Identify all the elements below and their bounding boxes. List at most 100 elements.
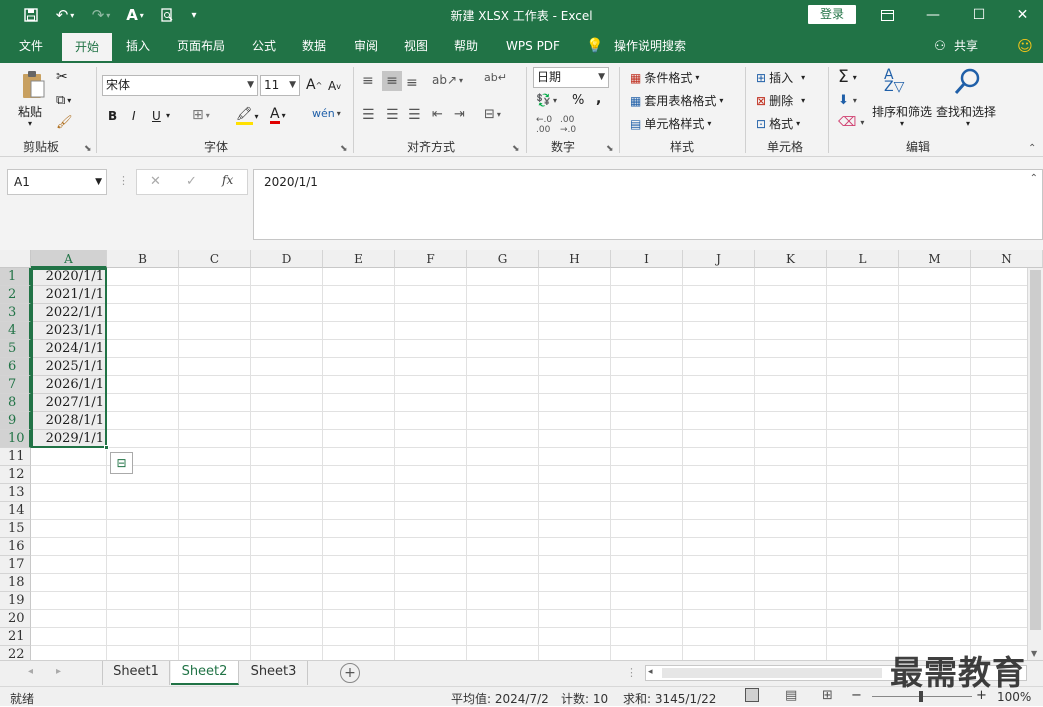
row-header-7[interactable]: 7 (0, 376, 31, 394)
autosum-icon[interactable]: Σ ▾ (838, 67, 857, 87)
cut-icon[interactable]: ✂ (56, 69, 68, 85)
splitter-icon[interactable]: ⋮ (626, 666, 637, 679)
confirm-entry-icon[interactable]: ✓ (186, 174, 197, 189)
prev-sheet-icon[interactable]: ◂ (28, 666, 33, 677)
format-as-table-button[interactable]: ▦ 套用表格格式 ▾ (630, 92, 723, 109)
row-header-13[interactable]: 13 (0, 484, 31, 502)
tab-formulas[interactable]: 公式 (242, 30, 286, 63)
alignment-launcher-icon[interactable]: ⬊ (512, 144, 520, 154)
tell-me-search[interactable]: 操作说明搜索 (610, 30, 690, 63)
row-header-20[interactable]: 20 (0, 610, 31, 628)
normal-view-icon[interactable] (745, 688, 759, 702)
tab-data[interactable]: 数据 (292, 30, 336, 63)
column-header-f[interactable]: F (395, 250, 467, 268)
format-painter-icon[interactable]: 🖌 (56, 115, 73, 130)
row-header-15[interactable]: 15 (0, 520, 31, 538)
row-header-3[interactable]: 3 (0, 304, 31, 322)
column-header-h[interactable]: H (539, 250, 611, 268)
row-header-12[interactable]: 12 (0, 466, 31, 484)
column-header-e[interactable]: E (323, 250, 395, 268)
fill-color-icon[interactable]: 🖍 ▾ (236, 107, 259, 125)
tab-review[interactable]: 审阅 (344, 30, 388, 63)
increase-indent-icon[interactable]: ⇥ (454, 107, 465, 122)
tab-home[interactable]: 开始 (62, 33, 112, 63)
tab-view[interactable]: 视图 (394, 30, 438, 63)
row-header-8[interactable]: 8 (0, 394, 31, 412)
phonetic-icon[interactable]: wén ▾ (312, 107, 341, 120)
number-format-combo[interactable]: 日期 ▼ (533, 67, 609, 88)
row-header-14[interactable]: 14 (0, 502, 31, 520)
ribbon-display-icon[interactable] (864, 0, 910, 30)
delete-cells-button[interactable]: ⊠ 删除 ▾ (756, 92, 805, 109)
percent-button[interactable]: % (572, 93, 584, 108)
column-header-i[interactable]: I (611, 250, 683, 268)
vertical-scroll-thumb[interactable] (1030, 270, 1041, 630)
find-select-button[interactable]: 查找和选择 (936, 103, 996, 120)
find-select-icon[interactable] (952, 67, 982, 97)
align-left-icon[interactable]: ☰ (362, 107, 375, 123)
column-header-c[interactable]: C (179, 250, 251, 268)
insert-function-button[interactable]: fx (222, 173, 233, 187)
tab-file[interactable]: 文件 (8, 30, 54, 63)
align-middle-icon[interactable]: ≡ (382, 71, 402, 91)
sheet-tab-3[interactable]: Sheet3 (240, 661, 308, 685)
font-size-combo[interactable]: 11 ▼ (260, 75, 300, 96)
comma-button[interactable]: , (596, 91, 601, 107)
smiley-icon[interactable]: ☺ (1014, 30, 1036, 63)
page-layout-view-icon[interactable]: ▤ (785, 688, 797, 703)
decrease-indent-icon[interactable]: ⇤ (432, 107, 443, 122)
tab-help[interactable]: 帮助 (444, 30, 488, 63)
row-header-4[interactable]: 4 (0, 322, 31, 340)
formula-input[interactable]: 2020/1/1 ⌃ (253, 169, 1043, 240)
decrease-decimal-icon[interactable]: .00 →.0 (560, 115, 576, 135)
align-right-icon[interactable]: ☰ (408, 107, 421, 123)
paste-button[interactable]: 粘贴 (18, 103, 42, 120)
row-header-17[interactable]: 17 (0, 556, 31, 574)
merge-cells-icon[interactable]: ⊟ ▾ (484, 107, 501, 122)
column-header-a[interactable]: A (31, 250, 107, 268)
row-header-9[interactable]: 9 (0, 412, 31, 430)
tab-insert[interactable]: 插入 (116, 30, 160, 63)
tab-wps-pdf[interactable]: WPS PDF (500, 30, 566, 63)
border-icon[interactable]: ⊞ ▾ (192, 107, 210, 123)
row-header-10[interactable]: 10 (0, 430, 31, 448)
increase-font-icon[interactable]: A ^ (306, 77, 322, 93)
collapse-ribbon-icon[interactable]: ⌃ (1028, 143, 1036, 154)
column-header-b[interactable]: B (107, 250, 179, 268)
column-header-j[interactable]: J (683, 250, 755, 268)
close-icon[interactable]: ✕ (1002, 0, 1043, 30)
sort-filter-button[interactable]: 排序和筛选 (872, 103, 932, 120)
column-header-m[interactable]: M (899, 250, 971, 268)
quick-analysis-icon[interactable]: ⊟ (110, 452, 133, 474)
format-cells-button[interactable]: ⊡ 格式 ▾ (756, 115, 800, 132)
share-button[interactable]: 共享 (950, 30, 982, 63)
minimize-icon[interactable]: — (910, 0, 956, 30)
find-dropdown-icon[interactable]: ▾ (966, 119, 970, 128)
maximize-icon[interactable]: ☐ (956, 0, 1002, 30)
column-header-g[interactable]: G (467, 250, 539, 268)
align-bottom-icon[interactable]: ≡ (406, 75, 418, 91)
sort-dropdown-icon[interactable]: ▾ (900, 119, 904, 128)
collapse-formula-icon[interactable]: ⌃ (1030, 173, 1038, 184)
row-header-2[interactable]: 2 (0, 286, 31, 304)
wrap-text-icon[interactable]: ab↵ (484, 71, 507, 84)
font-launcher-icon[interactable]: ⬊ (340, 144, 348, 154)
sort-filter-icon[interactable]: A Z▽ (884, 68, 904, 94)
tab-page-layout[interactable]: 页面布局 (170, 30, 232, 63)
fill-icon[interactable]: ⬇ ▾ (838, 93, 857, 108)
font-name-combo[interactable]: 宋体 ▼ (102, 75, 258, 96)
column-header-d[interactable]: D (251, 250, 323, 268)
increase-decimal-icon[interactable]: ←.0.00 (536, 115, 552, 135)
column-header-n[interactable]: N (971, 250, 1043, 268)
row-header-1[interactable]: 1 (0, 268, 31, 286)
row-header-6[interactable]: 6 (0, 358, 31, 376)
orientation-icon[interactable]: ab↗ ▾ (432, 73, 463, 87)
page-break-view-icon[interactable]: ⊞ (822, 688, 833, 703)
sheet-tab-1[interactable]: Sheet1 (102, 661, 170, 685)
login-button[interactable]: 登录 (808, 5, 856, 24)
worksheet-grid[interactable]: ABCDEFGHIJKLMN 1 2 3 4 5 6 7 8 9 10 11 12 13 14 15 16 17… (0, 250, 1043, 660)
row-header-18[interactable]: 18 (0, 574, 31, 592)
clear-icon[interactable]: ⌫ ▾ (838, 115, 864, 130)
paste-dropdown-icon[interactable]: ▾ (28, 119, 32, 128)
bold-button[interactable]: B (108, 109, 117, 123)
